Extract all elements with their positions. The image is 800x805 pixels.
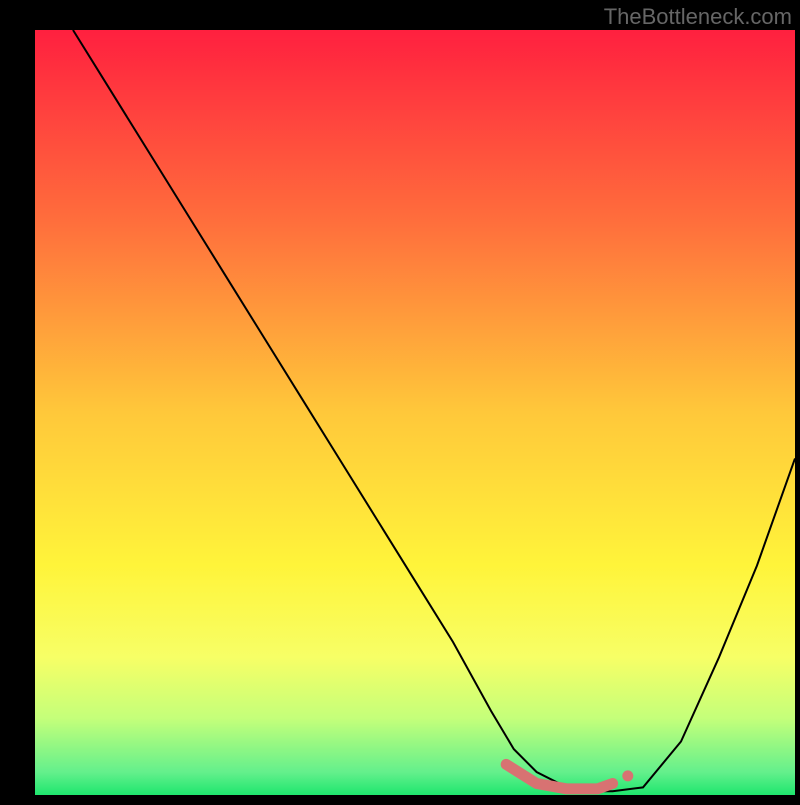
chart-canvas xyxy=(0,0,800,800)
watermark-text: TheBottleneck.com xyxy=(604,4,792,30)
plot-background xyxy=(35,30,795,795)
bottleneck-chart xyxy=(0,0,800,800)
optimal-zone-end-dot xyxy=(622,770,633,781)
